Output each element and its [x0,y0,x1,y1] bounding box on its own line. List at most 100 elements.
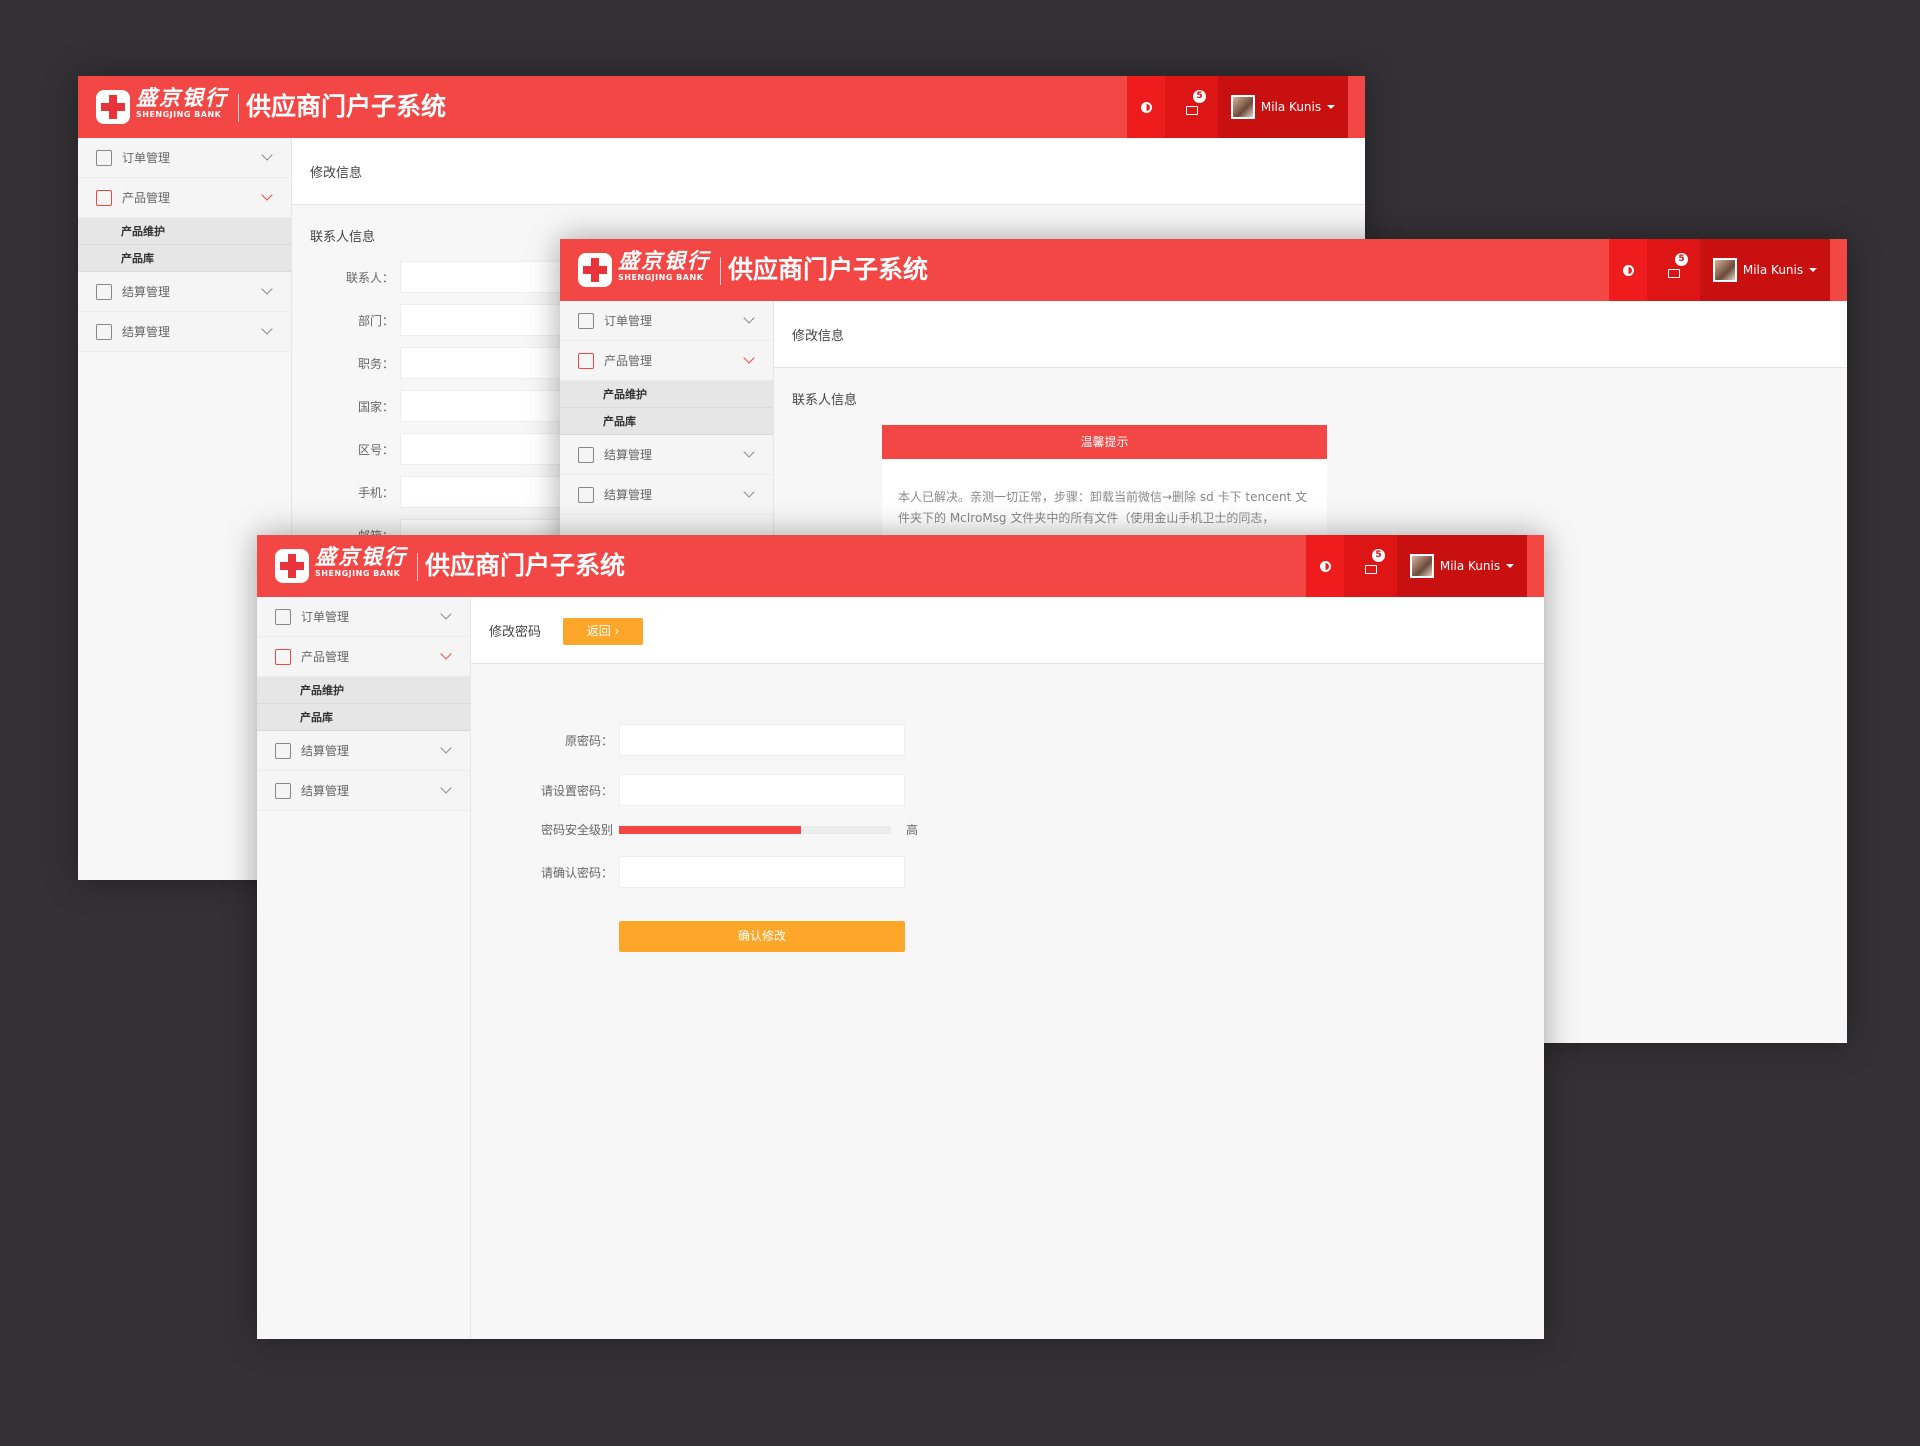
contrast-icon [1140,101,1152,113]
field-label: 请设置密码： [473,782,613,799]
chevron-down-icon [743,312,755,324]
sidebar-item[interactable]: 订单管理 [78,138,291,178]
sidebar-item-label: 结算管理 [122,325,171,339]
bank-name: 盛京银行 SHENGJING BANK [618,249,710,283]
contrast-icon [1319,560,1331,572]
sidebar-item-label: 产品管理 [122,191,171,205]
sidebar-subitem[interactable]: 产品库 [257,704,470,731]
user-name: Mila Kunis [1439,559,1501,573]
field-label: 国家： [254,398,394,415]
chevron-down-icon [261,149,273,161]
sidebar-item-label: 订单管理 [604,314,653,328]
bank-logo-icon [275,549,309,583]
messages-button[interactable]: 5 [1344,535,1397,597]
mail-icon [1667,268,1680,278]
theme-toggle-button[interactable] [1306,535,1344,597]
top-header: 盛京银行 SHENGJING BANK 供应商门户子系统 5 Mila Kunis [560,239,1847,301]
sidebar-subitem[interactable]: 产品维护 [78,218,291,245]
chevron-down-icon [440,782,452,794]
new-password-input[interactable] [619,774,905,806]
sidebar-subitem[interactable]: 产品维护 [257,677,470,704]
caret-down-icon [1327,105,1336,109]
mail-icon [1185,105,1198,115]
caret-down-icon [1506,564,1515,568]
caret-down-icon [1809,268,1818,272]
field-label: 职务： [254,355,394,372]
sidebar-subitem[interactable]: 产品库 [78,245,291,272]
mail-icon [1364,564,1377,574]
sidebar: 订单管理 产品管理 产品维护 产品库 结算管理 结算管理 [257,597,471,1339]
chevron-down-icon [743,486,755,498]
sidebar-item[interactable]: 产品管理 [78,178,291,218]
sidebar-subitem[interactable]: 产品维护 [560,381,773,408]
sidebar-item[interactable]: 结算管理 [257,771,470,811]
field-label: 联系人： [254,269,394,286]
messages-button[interactable]: 5 [1647,239,1700,301]
sidebar-item-label: 订单管理 [122,151,171,165]
bank-name: 盛京银行 SHENGJING BANK [315,545,407,579]
field-label-text: 区号： [357,443,394,457]
user-menu[interactable]: Mila Kunis [1218,76,1348,138]
chevron-down-icon [440,648,452,660]
password-strength-bar [619,826,891,834]
sidebar-item-label: 结算管理 [301,784,350,798]
order-icon [275,608,291,625]
system-title: 供应商门户子系统 [728,255,929,284]
sidebar-item[interactable]: 产品管理 [257,637,470,677]
order-icon [578,312,594,329]
page-header: 修改信息 [292,138,1365,205]
calculator-icon [275,742,291,759]
field-label-text: 职务： [357,357,394,371]
page-title: 修改密码 [489,625,542,640]
user-name: Mila Kunis [1260,100,1322,114]
section-title: 联系人信息 [310,230,376,245]
field-label-text: 国家： [357,400,394,414]
back-button[interactable]: 返回 › [563,618,643,645]
header-divider [720,257,721,285]
page-header: 修改密码 返回 › [471,597,1544,664]
chevron-down-icon [743,352,755,364]
field-label: 部门： [254,312,394,329]
sidebar-item[interactable]: 结算管理 [560,435,773,475]
chevron-down-icon [743,446,755,458]
sidebar-item[interactable]: 订单管理 [560,301,773,341]
sidebar-item[interactable]: 结算管理 [560,475,773,515]
field-label-text: 联系人： [345,271,394,285]
page-header: 修改信息 [774,301,1847,368]
sidebar-item-label: 结算管理 [122,285,171,299]
avatar [1230,95,1255,119]
avatar [1409,554,1434,578]
system-title: 供应商门户子系统 [425,551,626,580]
strength-label: 密码安全级别 [540,823,613,837]
page-title: 修改信息 [792,329,845,344]
theme-toggle-button[interactable] [1127,76,1165,138]
sidebar-item[interactable]: 订单管理 [257,597,470,637]
gift-icon [578,352,594,369]
user-menu[interactable]: Mila Kunis [1700,239,1830,301]
field-label: 原密码： [473,732,613,749]
bank-name-cn: 盛京银行 [136,85,228,110]
field-label-text: 部门： [357,314,394,328]
sidebar-item[interactable]: 产品管理 [560,341,773,381]
bank-logo-icon [578,253,612,287]
messages-button[interactable]: 5 [1165,76,1218,138]
theme-toggle-button[interactable] [1609,239,1647,301]
mail-count-badge: 5 [1372,549,1385,562]
mail-count-badge: 5 [1193,90,1206,103]
bank-name: 盛京银行 SHENGJING BANK [136,86,228,120]
field-label-text: 请确认密码： [540,866,613,880]
bank-name-cn: 盛京银行 [315,544,407,569]
contrast-icon [1622,264,1634,276]
section-title: 联系人信息 [792,393,858,408]
invoice-icon [275,782,291,799]
old-password-input[interactable] [619,724,905,756]
field-label-text: 原密码： [564,734,613,748]
confirm-change-button[interactable]: 确认修改 [619,921,905,952]
sidebar-subitem[interactable]: 产品库 [560,408,773,435]
confirm-password-input[interactable] [619,856,905,888]
user-menu[interactable]: Mila Kunis [1397,535,1527,597]
gift-icon [275,648,291,665]
sidebar-item[interactable]: 结算管理 [257,731,470,771]
order-icon [96,149,112,166]
sidebar-item-label: 结算管理 [301,744,350,758]
